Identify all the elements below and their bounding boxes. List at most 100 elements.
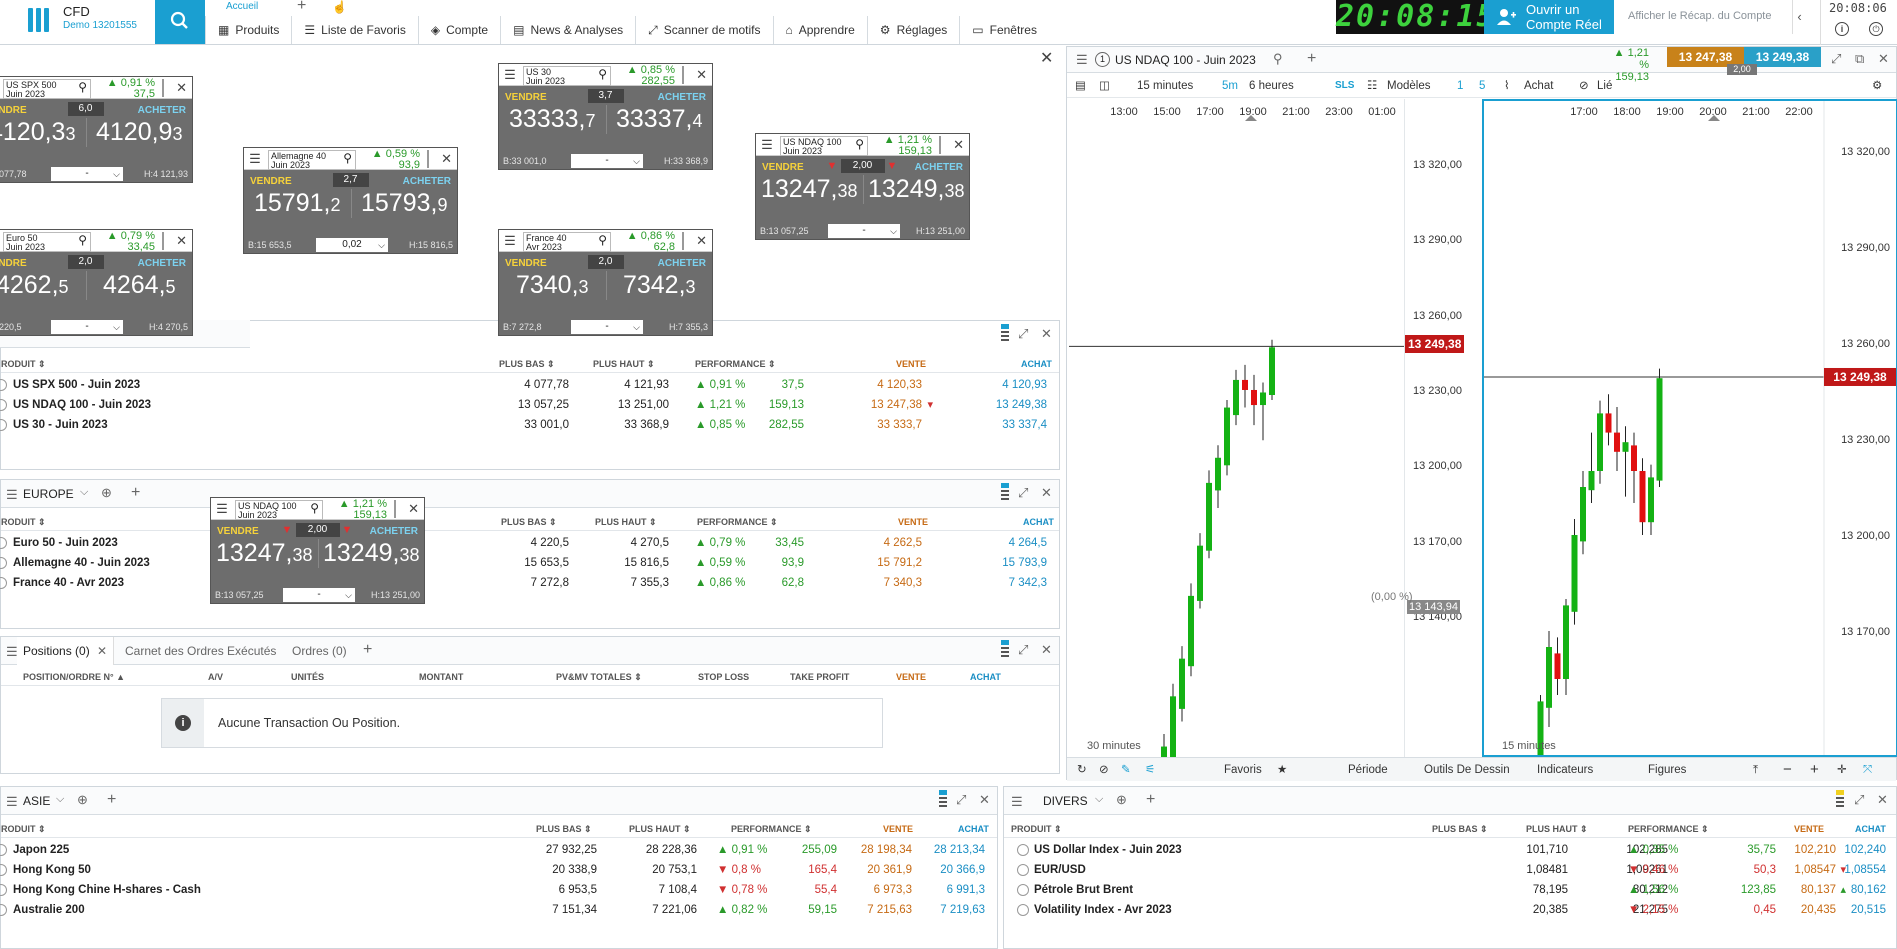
nav-account[interactable]: ◈ Compte (417, 16, 500, 44)
info-circle-icon[interactable] (0, 904, 7, 916)
product-name[interactable]: Euro 50 - Juin 2023 (13, 533, 118, 553)
tile-instrument-selector[interactable]: Allemagne 40 Juin 2023 ⚲ (268, 150, 356, 170)
color-picker-icon[interactable] (1001, 324, 1009, 344)
sell-price[interactable]: 28 198,34 (861, 840, 912, 860)
table-row[interactable]: US Dollar Index - Juin 2023 101,710 102,… (1004, 840, 1896, 860)
close-icon[interactable]: ✕ (696, 233, 707, 249)
info-circle-icon[interactable] (0, 379, 7, 391)
quantity-input[interactable]: - ⌵ (283, 588, 355, 602)
sell-price-button[interactable]: 4262,5 (0, 271, 86, 300)
nav-pattern-scanner[interactable]: ⤢ Scanner de motifs (635, 16, 772, 44)
info-circle-icon[interactable] (0, 844, 7, 856)
range-selector[interactable]: 6 heures (1249, 74, 1294, 98)
info-circle-icon[interactable] (0, 884, 7, 896)
buy-price[interactable]: 33 337,4 (1002, 415, 1047, 435)
close-icon[interactable]: ✕ (1041, 485, 1052, 501)
col-take-profit[interactable]: TAKE PROFIT (790, 668, 849, 686)
color-picker-icon[interactable] (1001, 483, 1009, 503)
sell-price[interactable]: 20,435 (1801, 900, 1836, 920)
zoom-icon[interactable]: ⊕ (101, 485, 112, 501)
quantity-input[interactable]: - ⌵ (571, 154, 643, 168)
buy-price[interactable]: 28 213,34 (934, 840, 985, 860)
zoom-icon[interactable]: ⊕ (1116, 792, 1127, 808)
product-name[interactable]: Japon 225 (13, 840, 69, 860)
table-row[interactable]: US 30 - Juin 2023 33 001,0 33 368,9 ▲ 0,… (0, 415, 1059, 435)
trade-tile[interactable]: ☰ France 40 Avr 2023 ⚲ ▲ 0,86 % 62,8 ✕ VEND… (498, 229, 713, 336)
col-sell[interactable]: VENTE (1794, 820, 1824, 838)
quantity-input[interactable]: - ⌵ (828, 224, 900, 238)
close-tab-icon[interactable]: ✕ (97, 644, 107, 658)
home-link[interactable]: Accueil (226, 1, 258, 12)
expand-icon[interactable]: ⤢ (1831, 51, 1841, 67)
zoom-in-icon[interactable]: + (1810, 758, 1819, 782)
interval-5m[interactable]: 5m (1222, 74, 1238, 98)
sell-price[interactable]: 7 340,3 (884, 573, 922, 593)
tile-instrument-selector[interactable]: US NDAQ 100 Juin 2023 ⚲ (780, 136, 868, 156)
chevron-down-icon[interactable]: ⌵ (56, 793, 64, 806)
menu-icon[interactable]: ☰ (499, 230, 521, 252)
sell-price[interactable]: 6 973,3 (874, 880, 912, 900)
sell-price[interactable]: 13 247,38 (871, 395, 922, 415)
sls-toggle[interactable]: SLS (1335, 74, 1354, 98)
settings-gear-icon[interactable]: ⚙ (1872, 74, 1882, 98)
col-units[interactable]: UNITÉS (291, 668, 324, 686)
col-sell[interactable]: VENTE (883, 820, 913, 838)
nav-watchlist[interactable]: ☰ Liste de Favoris (291, 16, 417, 44)
tab-positions[interactable]: Positions (0) ✕ (17, 637, 115, 665)
fit-icon[interactable]: ⤧ (1863, 758, 1872, 782)
figures-menu[interactable]: Figures (1648, 758, 1686, 782)
buy-price-button[interactable]: 33337,4 (605, 105, 713, 134)
color-picker-icon[interactable] (1836, 790, 1844, 810)
add-tab-icon[interactable]: + (363, 641, 372, 659)
right-candlestick-chart[interactable]: 17:00 18:00 19:00 20:00 21:00 22:0013 320,001… (1484, 101, 1896, 757)
drag-handle[interactable] (162, 79, 170, 97)
info-circle-icon[interactable] (0, 864, 7, 876)
tile-instrument-selector[interactable]: US NDAQ 100 Juin 2023 ⚲ (235, 500, 323, 520)
interval-selector[interactable]: 15 minutes (1137, 74, 1193, 98)
col-performance[interactable]: PERFORMANCE ⇕ (695, 355, 776, 373)
buy-price-button[interactable]: 15793,9 (350, 189, 458, 218)
table-row[interactable]: France 40 - Avr 2023 7 272,8 7 355,3 ▲ 0… (0, 573, 1059, 593)
drag-handle[interactable] (394, 500, 402, 518)
zoom-out-icon[interactable]: − (1783, 758, 1792, 782)
panel-title[interactable]: ASIE (23, 794, 50, 808)
buy-price[interactable]: 1,08554 (1844, 860, 1886, 880)
tile-instrument-selector[interactable]: France 40 Avr 2023 ⚲ (523, 232, 611, 252)
buy-price[interactable]: 80,162 (1851, 880, 1886, 900)
sell-price-button[interactable]: 33333,7 (499, 105, 606, 134)
expand-icon[interactable]: ⤢ (956, 792, 966, 808)
power-icon[interactable]: ⏻ (1869, 22, 1883, 36)
buy-price[interactable]: 13 249,38 (996, 395, 1047, 415)
buy-price[interactable]: 15 793,9 (1002, 553, 1047, 573)
nav-settings[interactable]: ⚙ Réglages (866, 16, 959, 44)
menu-icon[interactable]: ☰ (499, 64, 521, 86)
buy-price-button[interactable]: 13249,38 (862, 175, 970, 204)
buy-price[interactable]: 7 342,3 (1009, 573, 1047, 593)
product-name[interactable]: US NDAQ 100 - Juin 2023 (13, 395, 151, 415)
models-menu[interactable]: Modèles (1387, 74, 1430, 98)
drag-handle[interactable] (162, 232, 170, 250)
col-buy[interactable]: ACHAT (1021, 355, 1052, 373)
menu-icon[interactable]: ☰ (6, 644, 18, 660)
close-icon[interactable]: ✕ (1877, 792, 1888, 808)
close-icon[interactable]: ✕ (441, 151, 452, 167)
col-product[interactable]: RODUIT ⇕ (1, 355, 46, 373)
table-row[interactable]: Japon 225 27 932,25 28 228,36 ▲ 0,91 % 2… (0, 840, 997, 860)
open-real-account-button[interactable]: Ouvrir un Compte Réel (1484, 0, 1614, 34)
product-name[interactable]: US 30 - Juin 2023 (13, 415, 108, 435)
add-tab-icon[interactable]: + (131, 484, 140, 502)
col-buy[interactable]: ACHAT (1855, 820, 1886, 838)
product-name[interactable]: Hong Kong 50 (13, 860, 91, 880)
add-tab-icon[interactable]: + (107, 791, 116, 809)
period-menu[interactable]: Période (1348, 758, 1388, 782)
link-icon[interactable]: ⊘ (1579, 74, 1589, 98)
buy-price[interactable]: 7 219,63 (940, 900, 985, 920)
menu-icon[interactable]: ☰ (1076, 52, 1088, 68)
split-view-icon[interactable]: ◫ (1099, 74, 1110, 98)
table-row[interactable]: Hong Kong 50 20 338,9 20 753,1 ▼ 0,8 % 1… (0, 860, 997, 880)
drag-handle[interactable] (682, 66, 690, 84)
close-workspace-icon[interactable]: ✕ (1040, 48, 1053, 68)
product-name[interactable]: EUR/USD (1034, 860, 1086, 880)
buy-price[interactable]: 20 366,9 (940, 860, 985, 880)
col-stop-loss[interactable]: STOP LOSS (698, 668, 749, 686)
